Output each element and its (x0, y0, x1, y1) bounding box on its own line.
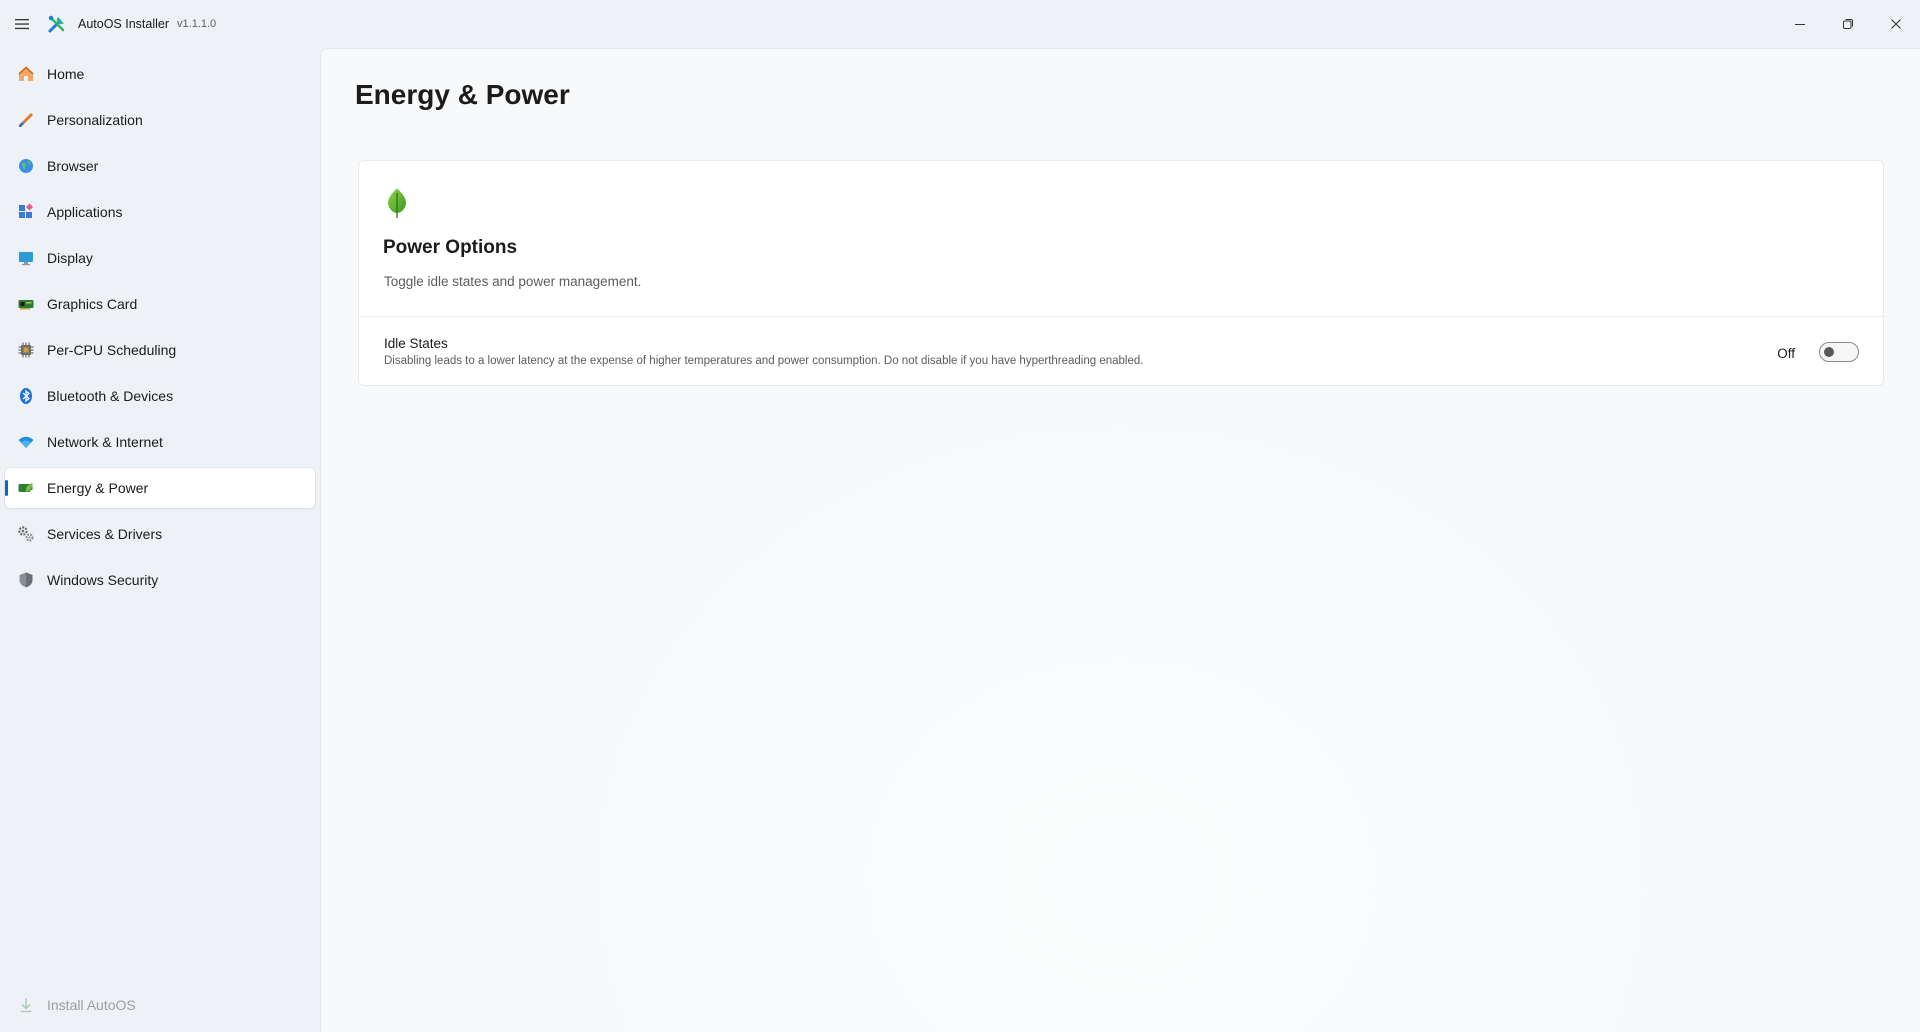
card-description: Toggle idle states and power management. (384, 274, 642, 289)
sidebar-item-label: Home (47, 66, 85, 82)
minimize-icon (1795, 24, 1805, 25)
apps-icon (17, 203, 35, 221)
sidebar-item-label: Browser (47, 158, 99, 174)
gpu-icon (17, 295, 35, 313)
hamburger-menu-icon[interactable] (0, 0, 44, 48)
sidebar-item-network-internet[interactable]: Network & Internet (5, 422, 315, 462)
sidebar-item-label: Windows Security (47, 572, 159, 588)
install-autoos-button[interactable]: Install AutoOS (5, 985, 315, 1025)
globe-icon (17, 157, 35, 175)
divider (359, 316, 1883, 317)
wifi-icon (17, 433, 35, 451)
sidebar-item-bluetooth-devices[interactable]: Bluetooth & Devices (5, 376, 315, 416)
close-button[interactable] (1872, 0, 1920, 48)
tools-icon (46, 13, 68, 35)
sidebar-item-energy-power[interactable]: Energy & Power (5, 468, 315, 508)
sidebar: Home Personalization Browser Application… (0, 48, 320, 1032)
install-autoos-label: Install AutoOS (47, 997, 136, 1013)
battery-leaf-icon (17, 479, 35, 497)
toggle-knob (1824, 347, 1834, 357)
page-title: Energy & Power (355, 79, 570, 110)
sidebar-item-per-cpu-scheduling[interactable]: Per-CPU Scheduling (5, 330, 315, 370)
idle-states-toggle[interactable] (1819, 342, 1859, 362)
sidebar-item-label: Graphics Card (47, 296, 138, 312)
sidebar-item-label: Bluetooth & Devices (47, 388, 174, 404)
sidebar-item-label: Display (47, 250, 93, 266)
content-pane: Energy & Power Power Options Toggle idle… (320, 48, 1920, 1032)
sidebar-item-graphics-card[interactable]: Graphics Card (5, 284, 315, 324)
shield-icon (17, 571, 35, 589)
download-icon (17, 996, 35, 1014)
close-icon (1891, 19, 1901, 29)
sidebar-item-label: Network & Internet (47, 434, 163, 450)
sidebar-item-services-drivers[interactable]: Services & Drivers (5, 514, 315, 554)
setting-description: Disabling leads to a lower latency at th… (384, 355, 1144, 367)
bluetooth-icon (17, 387, 35, 405)
sidebar-item-label: Personalization (47, 112, 143, 128)
restore-button[interactable] (1824, 0, 1872, 48)
toggle-state-label: Off (1777, 346, 1795, 361)
card-title: Power Options (383, 237, 518, 258)
power-options-card: Power Options Toggle idle states and pow… (358, 160, 1884, 386)
home-icon (17, 65, 35, 83)
sidebar-item-windows-security[interactable]: Windows Security (5, 560, 315, 600)
leaf-icon (383, 187, 411, 219)
app-version: v1.1.1.0 (177, 18, 217, 30)
setting-title: Idle States (384, 336, 448, 351)
restore-icon (1843, 19, 1853, 29)
sidebar-item-personalization[interactable]: Personalization (5, 100, 315, 140)
sidebar-item-display[interactable]: Display (5, 238, 315, 278)
app-title: AutoOS Installer (78, 17, 170, 31)
gears-icon (17, 525, 35, 543)
sidebar-item-browser[interactable]: Browser (5, 146, 315, 186)
brush-icon (17, 111, 35, 129)
sidebar-item-applications[interactable]: Applications (5, 192, 315, 232)
cpu-icon (17, 341, 35, 359)
minimize-button[interactable] (1776, 0, 1824, 48)
sidebar-item-label: Per-CPU Scheduling (47, 342, 177, 358)
sidebar-item-label: Energy & Power (47, 480, 149, 496)
title-bar: AutoOS Installer v1.1.1.0 (0, 0, 1920, 48)
monitor-icon (17, 249, 35, 267)
sidebar-item-home[interactable]: Home (5, 54, 315, 94)
sidebar-item-label: Services & Drivers (47, 526, 163, 542)
sidebar-item-label: Applications (47, 204, 123, 220)
